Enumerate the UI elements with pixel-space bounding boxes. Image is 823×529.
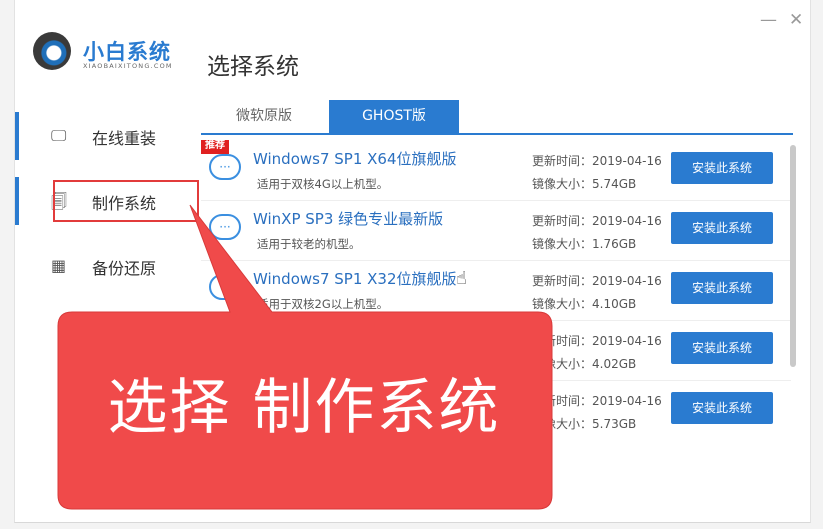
hand-cursor-icon: ☝	[456, 268, 467, 289]
callout-text: 选择 制作系统	[107, 373, 501, 443]
